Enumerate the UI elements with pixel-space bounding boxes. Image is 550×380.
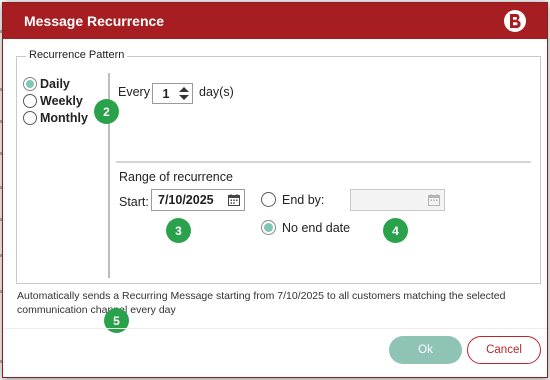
- interval-stepper[interactable]: 1: [152, 83, 193, 104]
- unit-label: day(s): [199, 85, 234, 99]
- message-recurrence-dialog: Message Recurrence Recurrence Pattern Da…: [2, 2, 548, 378]
- footer-divider: [3, 328, 547, 329]
- step-badge-5: 5: [104, 308, 129, 333]
- calendar-icon-disabled[interactable]: [428, 194, 440, 206]
- radio-daily-indicator[interactable]: [23, 77, 37, 91]
- radio-end-by-indicator[interactable]: [261, 192, 276, 207]
- step-badge-4: 4: [383, 218, 408, 243]
- interval-value[interactable]: 1: [153, 87, 179, 101]
- step-badge-3: 3: [166, 218, 191, 243]
- radio-no-end-date-indicator[interactable]: [261, 220, 276, 235]
- radio-daily[interactable]: Daily: [23, 77, 70, 91]
- end-date-input[interactable]: [350, 189, 445, 211]
- start-date-value: 7/10/2025: [158, 193, 214, 207]
- start-label: Start:: [119, 195, 149, 209]
- dialog-title: Message Recurrence: [24, 13, 165, 29]
- dialog-titlebar: Message Recurrence: [3, 3, 547, 39]
- radio-weekly-indicator[interactable]: [23, 94, 37, 108]
- recurrence-pattern-group: Recurrence Pattern Daily Weekly Monthly …: [16, 49, 541, 284]
- no-end-date-label: No end date: [282, 220, 351, 235]
- every-label: Every: [118, 85, 150, 99]
- cancel-button[interactable]: Cancel: [467, 336, 541, 364]
- end-by-label: End by:: [282, 192, 325, 207]
- stepper-down-icon[interactable]: [179, 95, 189, 100]
- stepper-up-icon[interactable]: [179, 87, 189, 92]
- start-date-input[interactable]: 7/10/2025: [151, 189, 245, 211]
- radio-monthly-label: Monthly: [40, 111, 88, 125]
- stepper-arrows-icon[interactable]: [178, 85, 190, 102]
- ok-button[interactable]: Ok: [389, 336, 462, 364]
- range-title: Range of recurrence: [119, 170, 233, 184]
- brand-b-logo-icon: [504, 10, 526, 32]
- step-badge-2: 2: [94, 99, 119, 124]
- radio-no-end-date[interactable]: No end date: [261, 220, 350, 235]
- recurrence-summary: Automatically sends a Recurring Message …: [17, 290, 506, 316]
- radio-end-by[interactable]: End by:: [261, 192, 324, 207]
- radio-monthly[interactable]: Monthly: [23, 111, 88, 125]
- radio-weekly-label: Weekly: [40, 94, 83, 108]
- radio-daily-label: Daily: [40, 77, 70, 91]
- horizontal-divider: [116, 161, 531, 163]
- calendar-icon[interactable]: [228, 194, 240, 206]
- recurrence-pattern-legend: Recurrence Pattern: [26, 49, 128, 61]
- radio-monthly-indicator[interactable]: [23, 111, 37, 125]
- radio-weekly[interactable]: Weekly: [23, 94, 83, 108]
